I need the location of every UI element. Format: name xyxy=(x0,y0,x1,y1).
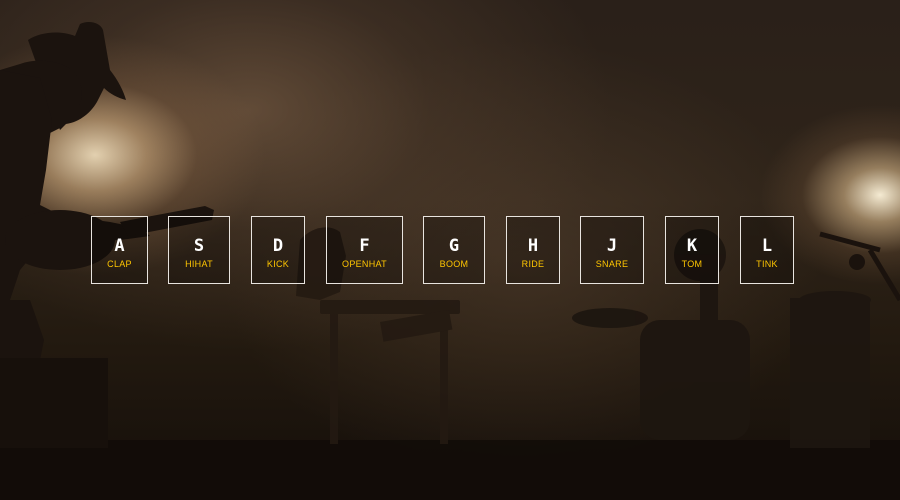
key-letter: F xyxy=(359,236,370,256)
key-letter: A xyxy=(114,236,125,256)
key-letter: K xyxy=(686,236,698,256)
key-letter: G xyxy=(448,236,460,256)
key-letter: S xyxy=(193,236,205,256)
stage-floor xyxy=(0,440,900,500)
key-j[interactable]: J SNARE xyxy=(580,216,644,284)
drum-keys-row: A CLAP S HIHAT D KICK F OPENHAT G BOOM H… xyxy=(0,216,900,288)
key-sound-label: BOOM xyxy=(439,259,469,269)
key-sound-label: TINK xyxy=(756,259,778,269)
key-sound-label: CLAP xyxy=(107,259,132,269)
key-sound-label: KICK xyxy=(266,259,290,269)
key-g[interactable]: G BOOM xyxy=(423,216,485,284)
amplifier xyxy=(0,358,108,448)
key-sound-label: SNARE xyxy=(595,259,629,269)
key-l[interactable]: L TINK xyxy=(740,216,794,284)
key-s[interactable]: S HIHAT xyxy=(168,216,230,284)
stage-background: A CLAP S HIHAT D KICK F OPENHAT G BOOM H… xyxy=(0,0,900,500)
guitarist-silhouette xyxy=(0,22,214,360)
key-sound-label: HIHAT xyxy=(185,259,213,269)
key-h[interactable]: H RIDE xyxy=(506,216,560,284)
key-letter: L xyxy=(761,236,773,256)
key-k[interactable]: K TOM xyxy=(665,216,719,284)
key-letter: H xyxy=(527,236,539,256)
key-f[interactable]: F OPENHAT xyxy=(326,216,403,284)
key-letter: J xyxy=(606,236,618,256)
key-d[interactable]: D KICK xyxy=(251,216,305,284)
key-sound-label: OPENHAT xyxy=(342,259,387,269)
key-sound-label: TOM xyxy=(681,259,703,269)
key-letter: D xyxy=(272,236,284,256)
key-a[interactable]: A CLAP xyxy=(91,216,148,284)
key-sound-label: RIDE xyxy=(521,259,545,269)
